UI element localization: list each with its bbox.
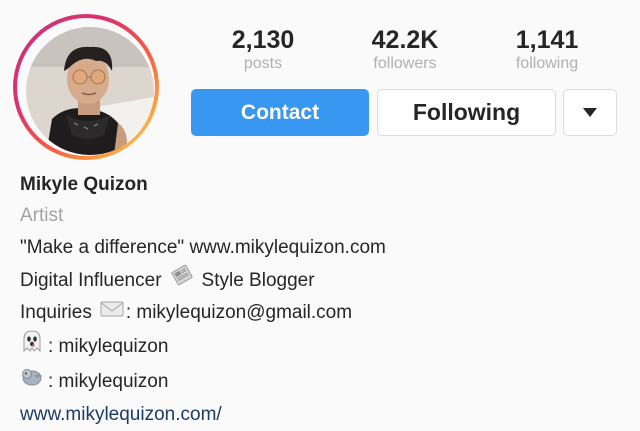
following-value: 1,141	[515, 26, 579, 54]
style-blogger-text: Style Blogger	[201, 269, 315, 291]
ghost-emoji-icon	[20, 329, 44, 364]
contact-button[interactable]: Contact	[191, 89, 369, 136]
website-link[interactable]: www.mikylequizon.com/	[20, 399, 620, 431]
twitter-handle: : mikylequizon	[48, 370, 169, 392]
snapchat-handle: : mikylequizon	[48, 335, 169, 357]
profile-header: 2,130 posts 42.2K followers 1,141 follow…	[0, 0, 640, 429]
suggested-dropdown-button[interactable]	[563, 89, 617, 136]
bio-influencer-line: Digital Influencer Style Blogger	[20, 264, 620, 297]
posts-value: 2,130	[231, 26, 295, 54]
posts-count: 2,130 posts	[198, 26, 328, 74]
newspaper-emoji-icon	[170, 264, 194, 297]
influencer-text: Digital Influencer	[20, 269, 162, 291]
posts-label: posts	[243, 55, 283, 72]
envelope-emoji-icon	[100, 297, 124, 329]
bird-emoji-icon	[20, 364, 44, 399]
followers-label: followers	[373, 55, 437, 72]
bio-snapchat-line: : mikylequizon	[20, 329, 620, 364]
inquiries-label: Inquiries	[20, 302, 92, 323]
inquiries-email[interactable]: : mikylequizon@gmail.com	[126, 297, 352, 329]
following-button[interactable]: Following	[377, 89, 556, 136]
following-count[interactable]: 1,141 following	[482, 26, 612, 74]
following-label: following	[515, 55, 579, 72]
bio-quote-line: "Make a difference" www.mikylequizon.com	[20, 237, 386, 258]
followers-value: 42.2K	[371, 26, 439, 54]
followers-count[interactable]: 42.2K followers	[340, 26, 470, 74]
profile-name: Mikyle Quizon	[20, 174, 148, 195]
bio-inquiries-line: Inquiries : mikylequizon@gmail.com	[20, 297, 620, 329]
bio-section: Mikyle Quizon Artist "Make a difference"…	[20, 170, 620, 431]
profile-category: Artist	[20, 205, 64, 226]
avatar-story-ring[interactable]	[13, 14, 159, 160]
bio-twitter-line: : mikylequizon	[20, 364, 620, 399]
avatar[interactable]	[26, 27, 154, 155]
triangle-down-icon	[583, 108, 597, 117]
